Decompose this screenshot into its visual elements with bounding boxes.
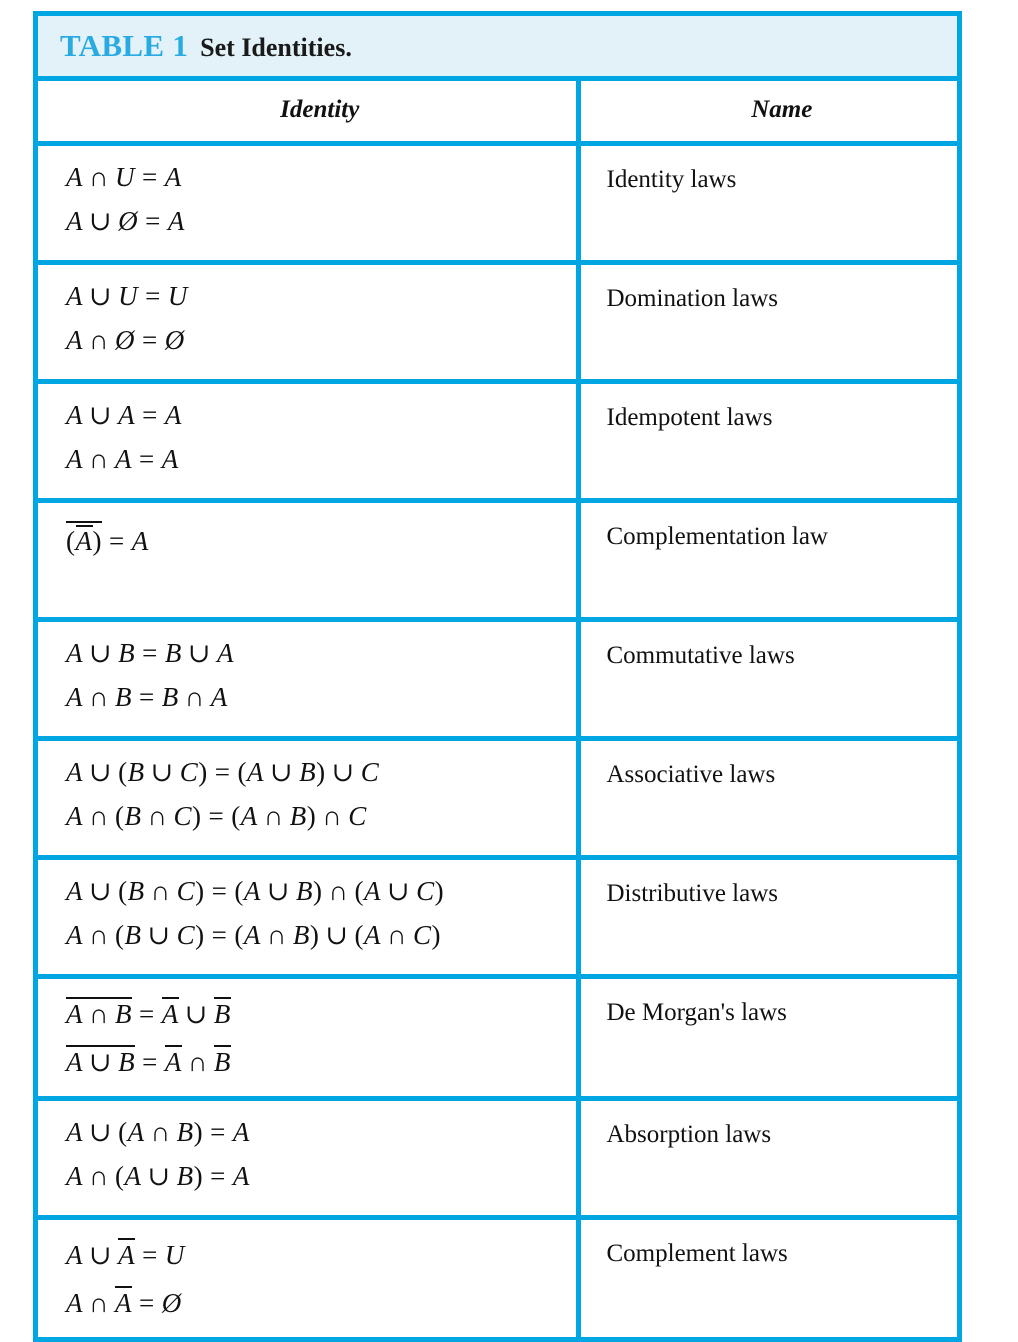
name-cell: Complement laws <box>578 1217 957 1337</box>
identity-equations: A ∩ U = A A ∪ Ø = A <box>38 146 576 260</box>
identity-equations: A ∪ (A ∩ B) = A A ∩ (A ∪ B) = A <box>38 1101 576 1215</box>
name-cell: Identity laws <box>578 143 957 265</box>
table-caption: Set Identities. <box>200 33 352 62</box>
equation: A ∩ A = Ø <box>66 1286 182 1318</box>
equation: A ∪ A = A <box>66 400 182 430</box>
identities-grid: Identity Name A ∩ U = A A ∪ Ø = A Identity laws <box>38 81 957 1337</box>
table-number-label: TABLE 1 <box>60 28 189 63</box>
identity-equations: A ∪ U = U A ∩ Ø = Ø <box>38 265 576 379</box>
law-name: Absorption laws <box>606 1121 772 1148</box>
equation: A ∪ U = U <box>66 281 188 311</box>
column-header-identity-cell: Identity <box>38 81 581 146</box>
table-row: A ∩ B = A ∪ B A ∪ B = A ∩ B De Morgan's laws <box>38 976 957 1101</box>
table-row: A ∩ U = A A ∪ Ø = A Identity laws <box>38 143 957 265</box>
column-header-name: Name <box>751 96 813 123</box>
law-name: Domination laws <box>606 285 779 312</box>
law-name: Associative laws <box>606 761 776 788</box>
name-cell: Commutative laws <box>578 619 957 741</box>
identity-cell: A ∩ U = A A ∪ Ø = A <box>38 143 581 265</box>
equation: A ∩ A = A <box>66 444 179 474</box>
table-row: A ∪ A = U A ∩ A = Ø Complement laws <box>38 1217 957 1337</box>
law-name: Complementation law <box>606 523 828 550</box>
identity-equations: A ∪ A = U A ∩ A = Ø <box>38 1220 576 1337</box>
identity-cell: A ∪ U = U A ∩ Ø = Ø <box>38 262 581 384</box>
identity-cell: (A) = A <box>38 500 581 622</box>
identity-equations: A ∪ (B ∩ C) = (A ∪ B) ∩ (A ∪ C) A ∩ (B ∪ C) = (A ∩ B) ∪ (A ∩ C) <box>38 860 576 974</box>
equation: A ∪ B = A ∩ B <box>66 1045 231 1077</box>
equation: A ∪ (A ∩ B) = A <box>66 1117 250 1147</box>
equation: A ∪ Ø = A <box>66 206 185 236</box>
set-identities-table: TABLE 1 Set Identities. Identity Name A ∩ U… <box>33 11 962 1342</box>
law-name: Idempotent laws <box>606 404 773 431</box>
equation: A ∪ B = B ∪ A <box>66 638 234 668</box>
law-name: Complement laws <box>606 1240 788 1267</box>
law-name: Commutative laws <box>606 642 795 669</box>
name-cell: Absorption laws <box>578 1098 957 1220</box>
table-row: A ∪ U = U A ∩ Ø = Ø Domination laws <box>38 262 957 384</box>
name-cell: Idempotent laws <box>578 381 957 503</box>
name-cell: Complementation law <box>578 500 957 622</box>
table-row: A ∪ (B ∪ C) = (A ∪ B) ∪ C A ∩ (B ∩ C) = (A ∩ B) ∩ C Associat… <box>38 738 957 860</box>
identity-equations: (A) = A <box>38 503 576 617</box>
identity-cell: A ∪ (B ∪ C) = (A ∪ B) ∪ C A ∩ (B ∩ C) = (A ∩ B) ∩ C <box>38 738 581 860</box>
table-row: A ∪ (A ∩ B) = A A ∩ (A ∪ B) = A Absorption laws <box>38 1098 957 1220</box>
equation: A ∩ B = A ∪ B <box>66 997 231 1029</box>
table-header-row: Identity Name <box>38 81 957 146</box>
equation: A ∩ (A ∪ B) = A <box>66 1161 250 1191</box>
law-name: Distributive laws <box>606 880 779 907</box>
table-row: A ∪ (B ∩ C) = (A ∪ B) ∩ (A ∪ C) A ∩ (B ∪ C) = (A ∩ B) ∪ (A ∩ C) … <box>38 857 957 979</box>
identity-cell: A ∪ A = U A ∩ A = Ø <box>38 1217 581 1337</box>
name-cell: Associative laws <box>578 738 957 860</box>
equation: A ∩ (B ∪ C) = (A ∩ B) ∪ (A ∩ C) <box>66 920 442 950</box>
equation: A ∩ U = A <box>66 162 182 192</box>
column-header-identity: Identity <box>280 96 360 123</box>
equation: A ∩ (B ∩ C) = (A ∩ B) ∩ C <box>66 801 367 831</box>
law-name: Identity laws <box>606 166 737 193</box>
identity-equations: A ∩ B = A ∪ B A ∪ B = A ∩ B <box>38 979 576 1096</box>
name-cell: Distributive laws <box>578 857 957 979</box>
law-name: De Morgan's laws <box>606 999 787 1026</box>
identity-equations: A ∪ A = A A ∩ A = A <box>38 384 576 498</box>
table-row: A ∪ A = A A ∩ A = A Idempotent laws <box>38 381 957 503</box>
table-row: (A) = A Complementation law <box>38 500 957 622</box>
equation: A ∩ Ø = Ø <box>66 325 185 355</box>
equation: A ∪ A = U <box>66 1238 185 1270</box>
equation: A ∪ (B ∪ C) = (A ∪ B) ∪ C <box>66 757 380 787</box>
column-header-name-cell: Name <box>578 81 957 146</box>
identity-cell: A ∪ (B ∩ C) = (A ∪ B) ∩ (A ∪ C) A ∩ (B ∪ C) = (A ∩ B) ∪ (A ∩ C) <box>38 857 581 979</box>
equation: A ∪ (B ∩ C) = (A ∪ B) ∩ (A ∪ C) <box>66 876 445 906</box>
identity-cell: A ∪ B = B ∪ A A ∩ B = B ∩ A <box>38 619 581 741</box>
equation: A ∩ B = B ∩ A <box>66 682 228 712</box>
table-title-bar: TABLE 1 Set Identities. <box>38 16 957 81</box>
name-cell: De Morgan's laws <box>578 976 957 1101</box>
identity-equations: A ∪ B = B ∪ A A ∩ B = B ∩ A <box>38 622 576 736</box>
identity-cell: A ∩ B = A ∪ B A ∪ B = A ∩ B <box>38 976 581 1101</box>
table-row: A ∪ B = B ∪ A A ∩ B = B ∩ A Commutative laws <box>38 619 957 741</box>
identity-cell: A ∪ (A ∩ B) = A A ∩ (A ∪ B) = A <box>38 1098 581 1220</box>
equation: (A) = A <box>66 521 576 555</box>
name-cell: Domination laws <box>578 262 957 384</box>
identity-equations: A ∪ (B ∪ C) = (A ∪ B) ∪ C A ∩ (B ∩ C) = (A ∩ B) ∩ C <box>38 741 576 855</box>
identity-cell: A ∪ A = A A ∩ A = A <box>38 381 581 503</box>
